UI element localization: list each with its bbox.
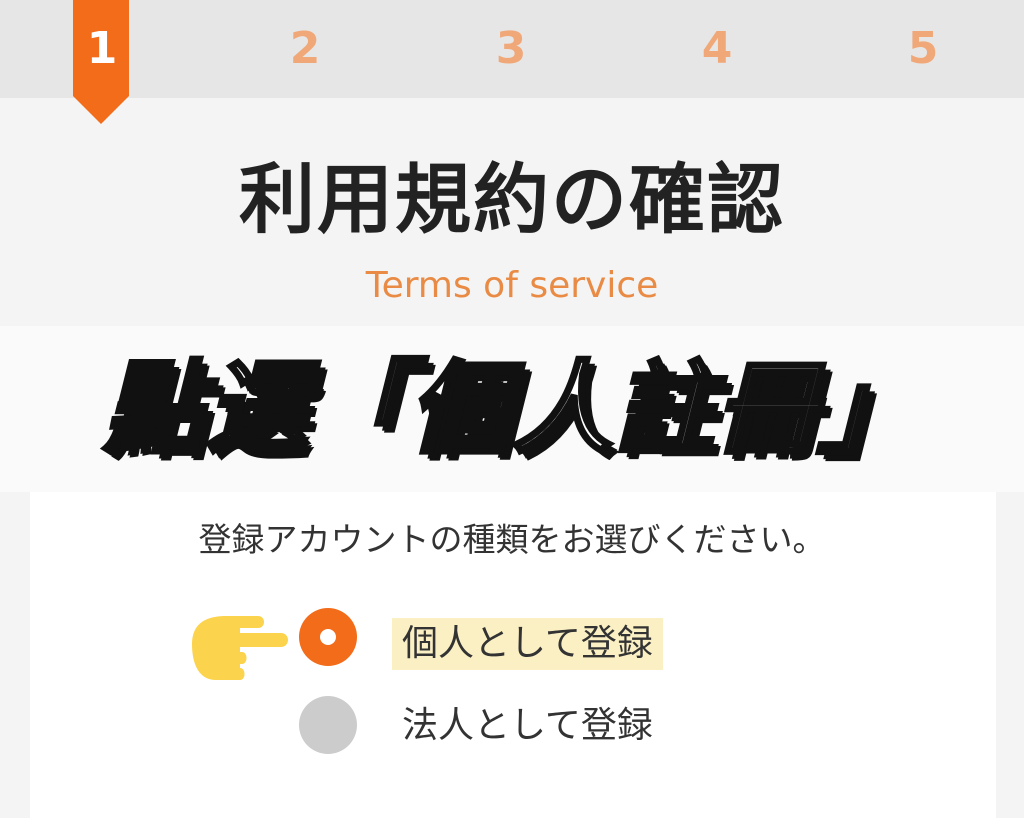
step-4[interactable]: 4 — [687, 22, 747, 76]
step-5[interactable]: 5 — [893, 22, 953, 76]
step-progress-bar: 1 2 3 4 5 — [0, 0, 1024, 124]
option-corporate-label[interactable]: 法人として登録 — [402, 702, 653, 750]
account-type-prompt: 登録アカウントの種類をお選びください。 — [198, 520, 826, 559]
step-3[interactable]: 3 — [481, 22, 541, 76]
radio-individual[interactable] — [299, 608, 357, 666]
page-title: 利用規約の確認 — [239, 155, 785, 244]
radio-corporate[interactable] — [299, 696, 357, 754]
active-step-pointer — [73, 96, 129, 124]
registration-page: 1 2 3 4 5 利用規約の確認 Terms of service 點選「個人… — [0, 0, 1024, 818]
step-1[interactable]: 1 — [72, 22, 132, 76]
option-individual-label[interactable]: 個人として登録 — [392, 618, 663, 670]
pointing-hand-icon — [192, 616, 288, 680]
page-subtitle: Terms of service — [365, 265, 659, 306]
step-2[interactable]: 2 — [275, 22, 335, 76]
overlay-caption: 點選「個人註冊」 — [102, 348, 920, 469]
